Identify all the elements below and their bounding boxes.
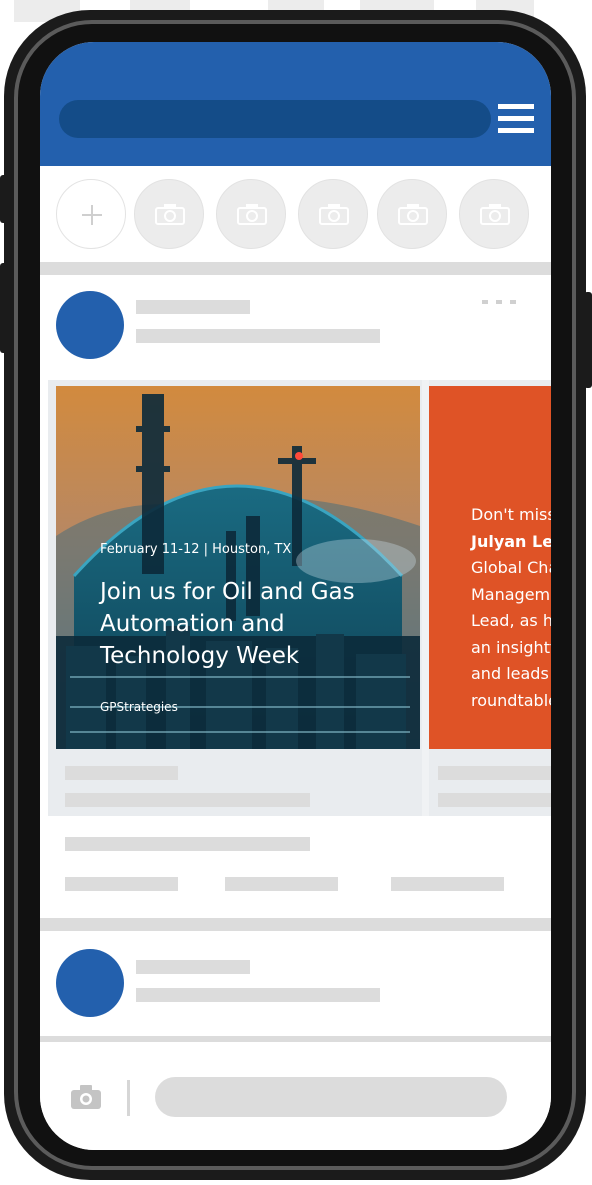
event-date-location: February 11-12 | Houston, TX bbox=[100, 542, 292, 557]
phone-screen: February 11-12 | Houston, TX Join us for… bbox=[40, 42, 551, 1150]
quote-line: Don't miss bbox=[471, 505, 551, 524]
like-action-placeholder[interactable] bbox=[65, 877, 178, 891]
image-carousel[interactable]: February 11-12 | Houston, TX Join us for… bbox=[48, 380, 551, 816]
post-meta-placeholder bbox=[136, 988, 380, 1002]
camera-icon bbox=[319, 204, 349, 225]
camera-icon bbox=[398, 204, 428, 225]
story-item[interactable] bbox=[298, 179, 368, 249]
event-title: Join us for Oil and Gas Automation and T… bbox=[100, 579, 355, 669]
camera-icon bbox=[480, 204, 510, 225]
story-item[interactable] bbox=[134, 179, 204, 249]
comment-action-placeholder[interactable] bbox=[225, 877, 338, 891]
post-text-placeholder bbox=[65, 837, 310, 851]
more-icon[interactable] bbox=[480, 296, 520, 308]
camera-icon[interactable] bbox=[70, 1084, 102, 1110]
plus-icon-vertical bbox=[91, 205, 93, 225]
carousel-card-event[interactable]: February 11-12 | Houston, TX Join us for… bbox=[48, 380, 422, 816]
refinery-illustration bbox=[56, 386, 420, 749]
app-header bbox=[40, 42, 551, 166]
card-caption-placeholder bbox=[65, 793, 310, 807]
post-meta-placeholder bbox=[136, 329, 380, 343]
compose-divider bbox=[127, 1080, 130, 1116]
avatar[interactable] bbox=[56, 291, 124, 359]
camera-icon bbox=[155, 204, 185, 225]
story-item[interactable] bbox=[216, 179, 286, 249]
compose-input[interactable] bbox=[155, 1077, 507, 1117]
company-logo-text: GPStrategies bbox=[100, 700, 178, 714]
search-bar[interactable] bbox=[59, 100, 491, 138]
author-name-placeholder bbox=[136, 300, 250, 314]
avatar[interactable] bbox=[56, 949, 124, 1017]
card-caption-placeholder bbox=[65, 766, 178, 780]
share-action-placeholder[interactable] bbox=[391, 877, 504, 891]
section-divider bbox=[40, 262, 551, 275]
card-caption-placeholder bbox=[438, 766, 551, 780]
camera-icon bbox=[237, 204, 267, 225]
quote-image: Don't miss Julyan Lee , c Global Chang Ma… bbox=[429, 386, 551, 749]
stories-row bbox=[40, 166, 551, 262]
story-item[interactable] bbox=[459, 179, 529, 249]
card-caption-placeholder bbox=[438, 793, 551, 807]
event-image: February 11-12 | Houston, TX Join us for… bbox=[56, 386, 420, 749]
carousel-card-quote[interactable]: Don't miss Julyan Lee , c Global Chang Ma… bbox=[429, 380, 551, 816]
menu-icon[interactable] bbox=[498, 104, 534, 134]
story-item[interactable] bbox=[377, 179, 447, 249]
speaker-name: Julyan Lee bbox=[471, 531, 551, 551]
compose-bar bbox=[40, 1042, 551, 1150]
quote-body: , c Global Chang Managemen Lead, as he c… bbox=[471, 558, 551, 710]
quote-text: Don't miss Julyan Lee , c Global Chang Ma… bbox=[471, 502, 551, 714]
section-divider bbox=[40, 918, 551, 931]
author-name-placeholder bbox=[136, 960, 250, 974]
add-story-button[interactable] bbox=[56, 179, 126, 249]
